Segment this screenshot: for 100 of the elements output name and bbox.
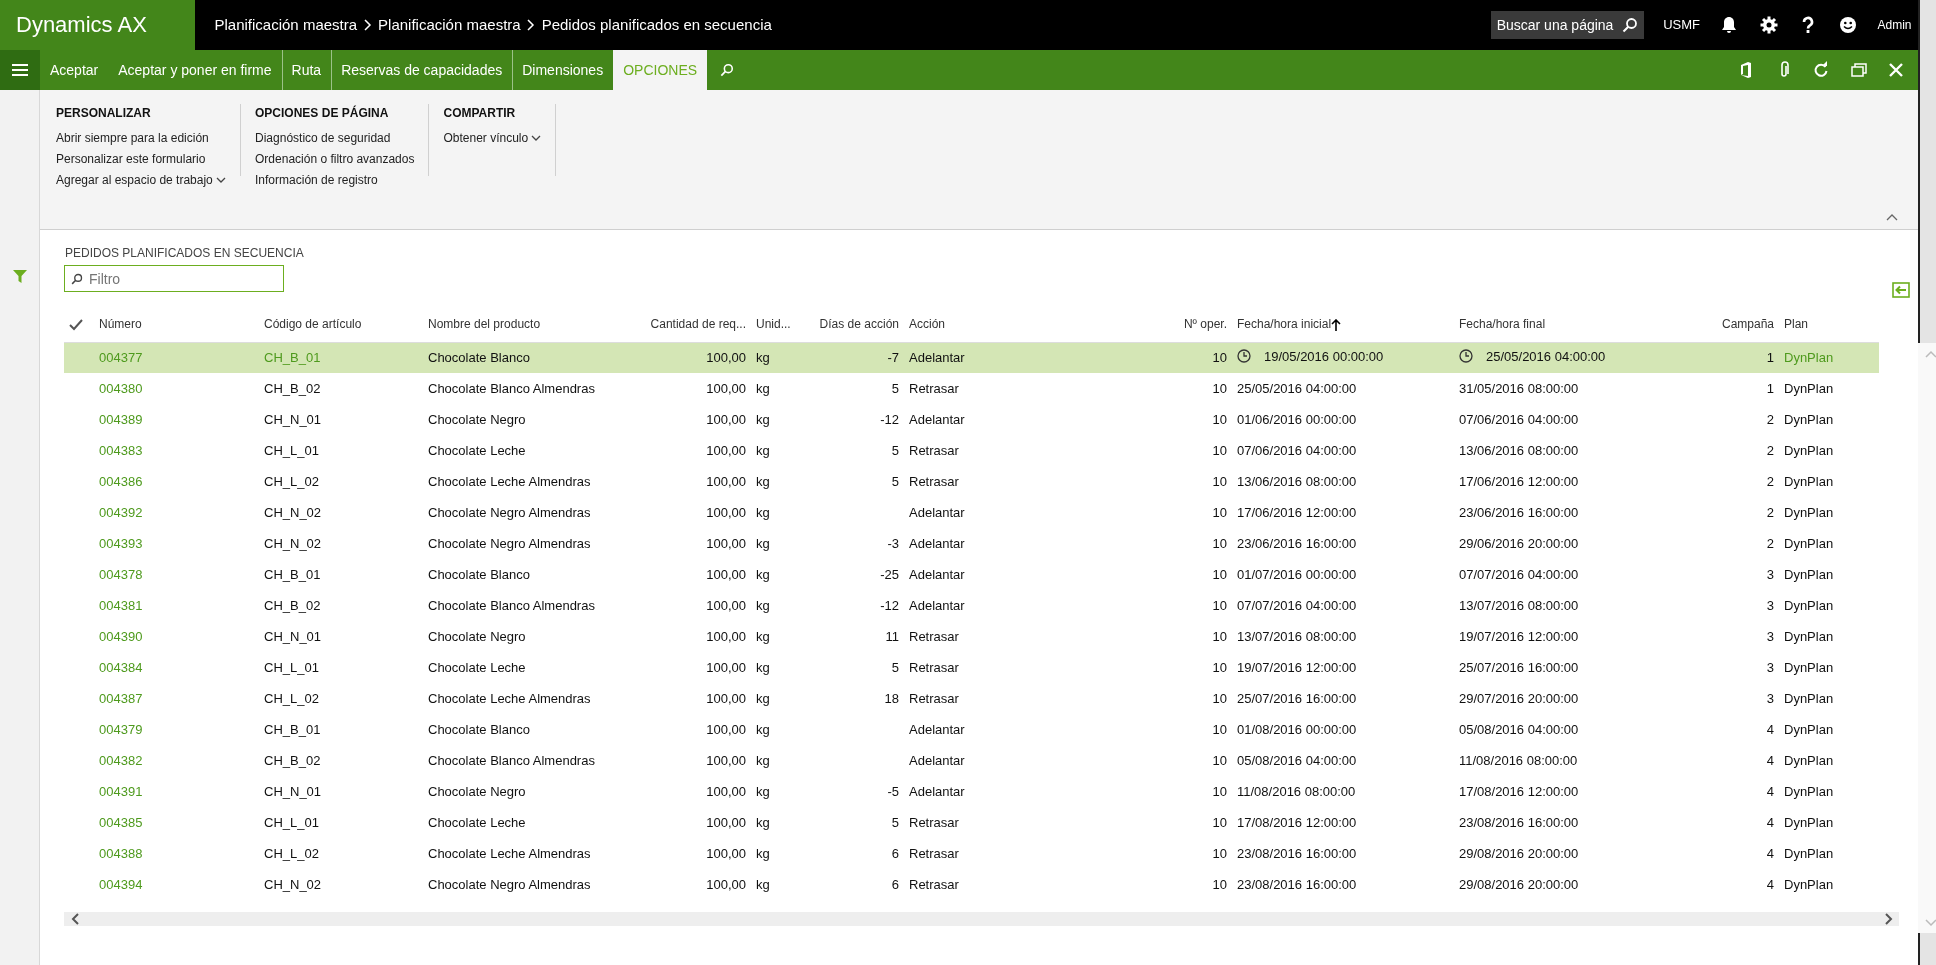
refresh-icon[interactable] [1812,61,1830,79]
record-link[interactable]: 004384 [99,659,143,675]
pin-panel-icon[interactable] [1892,282,1910,298]
option-link[interactable]: Diagnóstico de seguridad [255,128,415,149]
record-link[interactable]: 004385 [99,814,143,830]
table-cell: 29/07/2016 20:00:00 [1459,690,1579,706]
action-button[interactable]: Aceptar y poner en firme [108,50,282,90]
filter-icon[interactable] [12,270,27,283]
breadcrumb-link[interactable]: Planificación maestra [214,13,358,37]
group-heading: OPCIONES DE PÁGINA [255,104,390,122]
record-link[interactable]: 004378 [99,566,143,582]
record-link[interactable]: CH_B_01 [264,350,321,365]
record-link[interactable]: 004379 [99,721,143,737]
clock-icon[interactable] [1237,349,1251,364]
option-link[interactable]: Personalizar este formulario [56,149,227,170]
table-cell: 10 [1212,504,1227,520]
record-link[interactable]: 004392 [99,504,143,520]
company-selector[interactable]: USMF [1663,15,1700,35]
column-header[interactable]: Código de artículo [259,306,423,342]
collapse-icon[interactable] [1886,213,1898,221]
record-link[interactable]: 004390 [99,628,143,644]
app-title[interactable]: Dynamics AX [0,0,195,50]
window-icon[interactable] [1849,61,1868,79]
table-cell: Chocolate Negro [428,411,526,427]
option-link[interactable]: Agregar al espacio de trabajo [56,170,227,191]
table-cell: 3 [1766,597,1774,613]
action-button[interactable]: Ruta [281,50,332,90]
table-cell: 25/07/2016 16:00:00 [1459,659,1579,675]
options-tab[interactable]: OPCIONES [613,50,708,90]
table-cell: kg [756,442,770,458]
table-cell: 2 [1766,473,1774,489]
table-cell: 5 [891,442,899,458]
option-link[interactable]: Obtener vínculo [443,128,542,149]
select-all-icon[interactable] [69,318,83,331]
table-cell: DynPlan [1784,845,1834,861]
column-header[interactable]: Unid... [751,306,809,342]
table-cell: DynPlan [1784,597,1834,613]
column-header[interactable]: Cantidad de req... [639,306,751,342]
clock-icon[interactable] [1459,349,1473,364]
record-link[interactable]: 004386 [99,473,143,489]
option-link[interactable]: Abrir siempre para la edición [56,128,227,149]
table-cell: 05/08/2016 04:00:00 [1237,752,1357,768]
table-cell: Adelantar [909,411,965,427]
record-link[interactable]: 004387 [99,690,143,706]
table-cell: 100,00 [706,752,746,768]
table-cell: Chocolate Leche [428,814,526,830]
close-icon[interactable] [1887,61,1905,79]
search-field[interactable]: Buscar una página [1490,11,1644,39]
table-cell: Chocolate Negro Almendras [428,504,591,520]
smiley-icon[interactable] [1838,15,1858,35]
horizontal-scrollbar[interactable] [64,912,1899,926]
record-link[interactable]: 004389 [99,411,143,427]
table-cell: 5 [891,814,899,830]
column-header[interactable]: Nombre del producto [423,306,639,342]
table-cell: Retrasar [909,628,959,644]
breadcrumb-link[interactable]: Pedidos planificados en secuencia [541,13,772,37]
table-cell: Chocolate Negro Almendras [428,535,591,551]
option-link[interactable]: Ordenación o filtro avanzados [255,149,415,170]
user-name[interactable]: Admin [1877,16,1912,34]
table-cell: 10 [1212,350,1227,365]
filter-field[interactable]: Filtro [64,265,284,292]
record-link[interactable]: 004394 [99,876,143,892]
record-link[interactable]: 004381 [99,597,143,613]
grid-title: PEDIDOS PLANIFICADOS EN SECUENCIA [65,245,305,262]
record-link[interactable]: 004391 [99,783,143,799]
table-cell: CH_B_02 [264,597,321,613]
table-cell: 11/08/2016 08:00:00 [1459,752,1578,768]
table-cell: 17/06/2016 12:00:00 [1459,473,1579,489]
action-button[interactable]: Aceptar [40,50,109,90]
table-cell: Retrasar [909,473,959,489]
record-link[interactable]: 004377 [99,350,143,365]
scroll-left-icon[interactable] [70,913,79,925]
action-button[interactable]: Dimensiones [512,50,614,90]
table-cell: CH_N_02 [264,876,322,892]
table-cell: CH_N_01 [264,411,322,427]
record-link[interactable]: 004383 [99,442,143,458]
column-header[interactable]: Plan [1779,306,1879,342]
scroll-right-icon[interactable] [1884,913,1893,925]
column-header[interactable]: Fecha/hora final [1454,306,1699,342]
column-header[interactable]: Número [94,306,259,342]
column-header[interactable]: Campaña [1699,306,1779,342]
table-cell: 2 [1766,535,1774,551]
record-link[interactable]: 004388 [99,845,143,861]
table-cell: CH_N_01 [264,628,322,644]
menu-button[interactable] [0,50,40,90]
search-icon[interactable] [720,63,735,77]
table-cell: 4 [1766,814,1774,830]
option-link[interactable]: Información de registro [255,170,415,191]
column-header[interactable]: Días de acción [809,306,904,342]
record-link[interactable]: 004393 [99,535,143,551]
column-header[interactable]: Acción [904,306,1159,342]
table-cell: 13/06/2016 08:00:00 [1459,442,1579,458]
table-cell: 4 [1766,845,1774,861]
column-header[interactable]: Nº oper. [1159,306,1232,342]
column-header[interactable]: Fecha/hora inicial [1232,306,1454,342]
table-cell: 10 [1212,566,1227,582]
record-link[interactable]: 004382 [99,752,143,768]
action-button[interactable]: Reservas de capacidades [331,50,513,90]
record-link[interactable]: 004380 [99,380,143,396]
breadcrumb-link[interactable]: Planificación maestra [378,13,521,37]
